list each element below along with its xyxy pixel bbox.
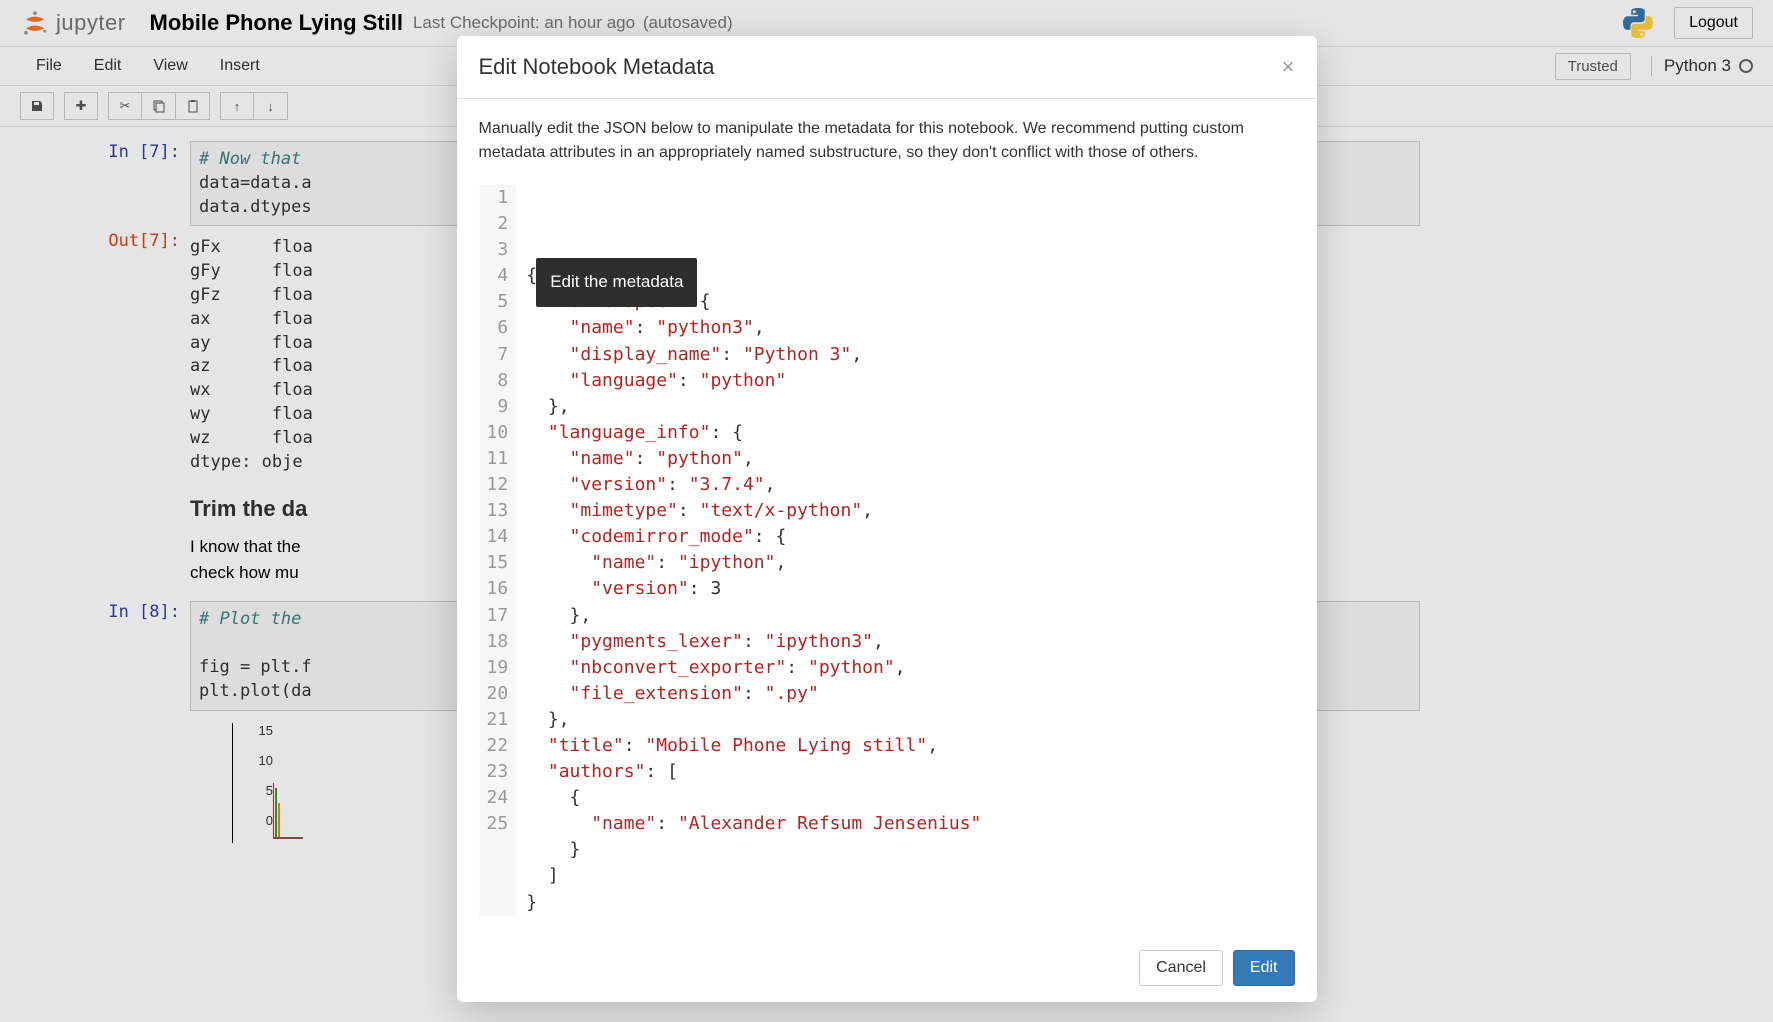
edit-button[interactable]: Edit (1233, 950, 1295, 986)
modal-footer: Cancel Edit (457, 934, 1317, 1002)
line-gutter: 1234567891011121314151617181920212223242… (479, 185, 517, 916)
tooltip: Edit the metadata (536, 258, 697, 307)
cancel-button[interactable]: Cancel (1139, 950, 1223, 986)
modal-title: Edit Notebook Metadata (479, 54, 715, 80)
modal-header: Edit Notebook Metadata × (457, 36, 1317, 99)
modal-close-button[interactable]: × (1282, 54, 1295, 80)
modal-overlay[interactable]: Edit Notebook Metadata × Manually edit t… (0, 0, 1773, 1022)
modal-description: Manually edit the JSON below to manipula… (479, 117, 1295, 165)
code-area[interactable]: Edit the metadata { "kernelspec": { "nam… (516, 185, 1294, 916)
close-icon: × (1282, 54, 1295, 79)
modal-body: Manually edit the JSON below to manipula… (457, 99, 1317, 934)
metadata-editor[interactable]: 1234567891011121314151617181920212223242… (479, 185, 1295, 916)
edit-metadata-modal: Edit Notebook Metadata × Manually edit t… (457, 36, 1317, 1002)
